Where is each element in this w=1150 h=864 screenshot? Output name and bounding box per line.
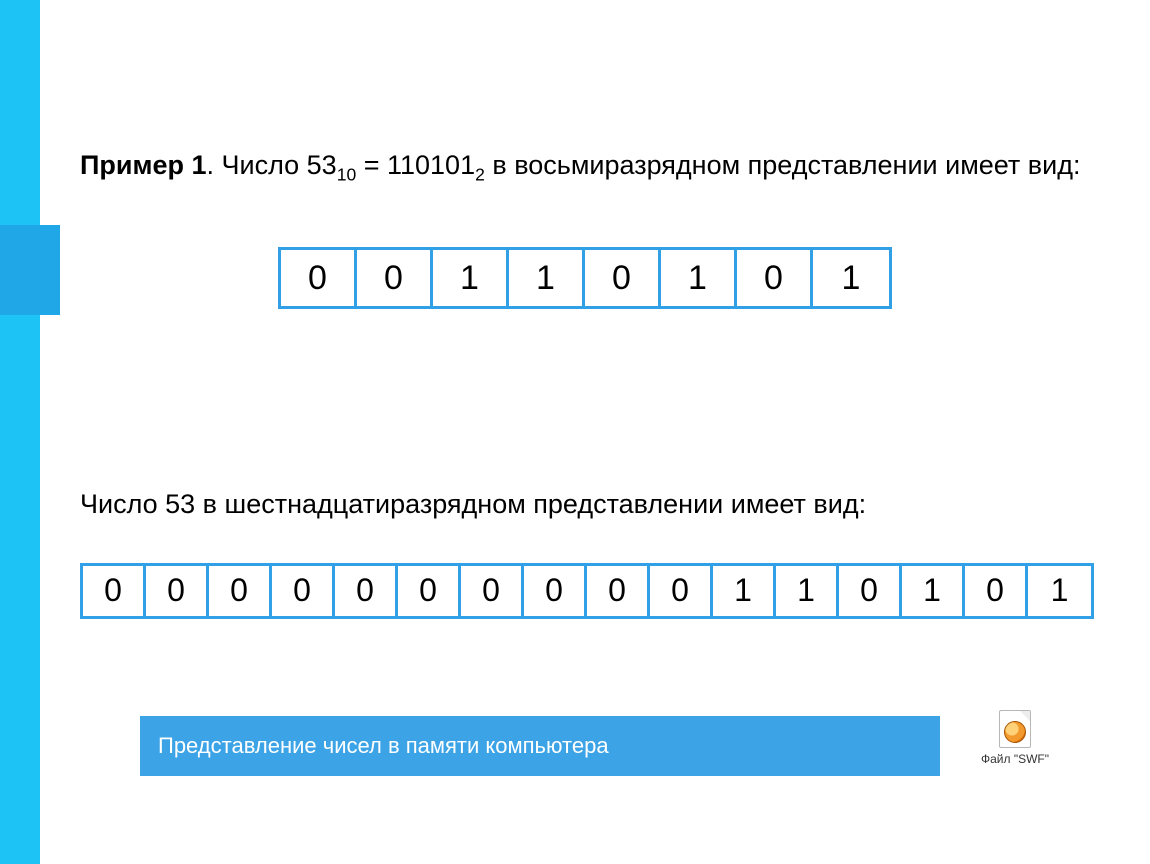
bit-cell: 0 bbox=[83, 566, 146, 616]
left-strip-decoration bbox=[0, 0, 40, 864]
example-label: Пример 1 bbox=[80, 150, 207, 180]
file-label: Файл "SWF" bbox=[981, 752, 1049, 766]
slide: Пример 1. Число 5310 = 1101012 в восьмир… bbox=[0, 0, 1150, 864]
bit-cell: 1 bbox=[509, 250, 585, 306]
bit-cell: 0 bbox=[839, 566, 902, 616]
bit-cell: 0 bbox=[398, 566, 461, 616]
text-fragment: = 110101 bbox=[356, 150, 475, 180]
bit-cell: 0 bbox=[281, 250, 357, 306]
bit-cell: 0 bbox=[335, 566, 398, 616]
bit-cell: 0 bbox=[461, 566, 524, 616]
footer-title: Представление чисел в памяти компьютера bbox=[158, 733, 609, 759]
bit-cell: 0 bbox=[650, 566, 713, 616]
bits8-container: 0 0 1 1 0 1 0 1 bbox=[80, 247, 1090, 309]
bit-cell: 0 bbox=[585, 250, 661, 306]
sentence-2-paragraph: Число 53 в шестнадцатиразрядном представ… bbox=[80, 486, 1090, 522]
bit-cell: 0 bbox=[587, 566, 650, 616]
bit-cell: 1 bbox=[776, 566, 839, 616]
bit-cell: 0 bbox=[272, 566, 335, 616]
swf-file-link[interactable]: Файл "SWF" bbox=[960, 710, 1070, 766]
bit-cell: 0 bbox=[357, 250, 433, 306]
bit-cell: 1 bbox=[902, 566, 965, 616]
left-block-decoration bbox=[0, 225, 60, 315]
bit-cell: 1 bbox=[661, 250, 737, 306]
example-1-paragraph: Пример 1. Число 5310 = 1101012 в восьмир… bbox=[80, 147, 1090, 187]
bit-cell: 1 bbox=[433, 250, 509, 306]
text-fragment: в восьмиразрядном представлении имеет ви… bbox=[485, 150, 1081, 180]
text-fragment: . Число 53 bbox=[207, 150, 337, 180]
content-area: Пример 1. Число 5310 = 1101012 в восьмир… bbox=[80, 120, 1090, 639]
bits16-container: 0 0 0 0 0 0 0 0 0 0 1 1 0 1 0 1 bbox=[80, 563, 1090, 619]
bit-cell: 1 bbox=[1028, 566, 1091, 616]
subscript-10: 10 bbox=[337, 164, 357, 184]
bit-cell: 0 bbox=[146, 566, 209, 616]
bits16-grid: 0 0 0 0 0 0 0 0 0 0 1 1 0 1 0 1 bbox=[80, 563, 1094, 619]
bits8-grid: 0 0 1 1 0 1 0 1 bbox=[278, 247, 892, 309]
bit-cell: 1 bbox=[813, 250, 889, 306]
bit-cell: 0 bbox=[524, 566, 587, 616]
bit-cell: 0 bbox=[965, 566, 1028, 616]
bit-cell: 1 bbox=[713, 566, 776, 616]
subscript-2: 2 bbox=[475, 164, 485, 184]
bit-cell: 0 bbox=[209, 566, 272, 616]
swf-globe-icon bbox=[1004, 721, 1026, 743]
file-icon bbox=[999, 710, 1031, 748]
footer-title-bar: Представление чисел в памяти компьютера bbox=[140, 716, 940, 776]
bit-cell: 0 bbox=[737, 250, 813, 306]
